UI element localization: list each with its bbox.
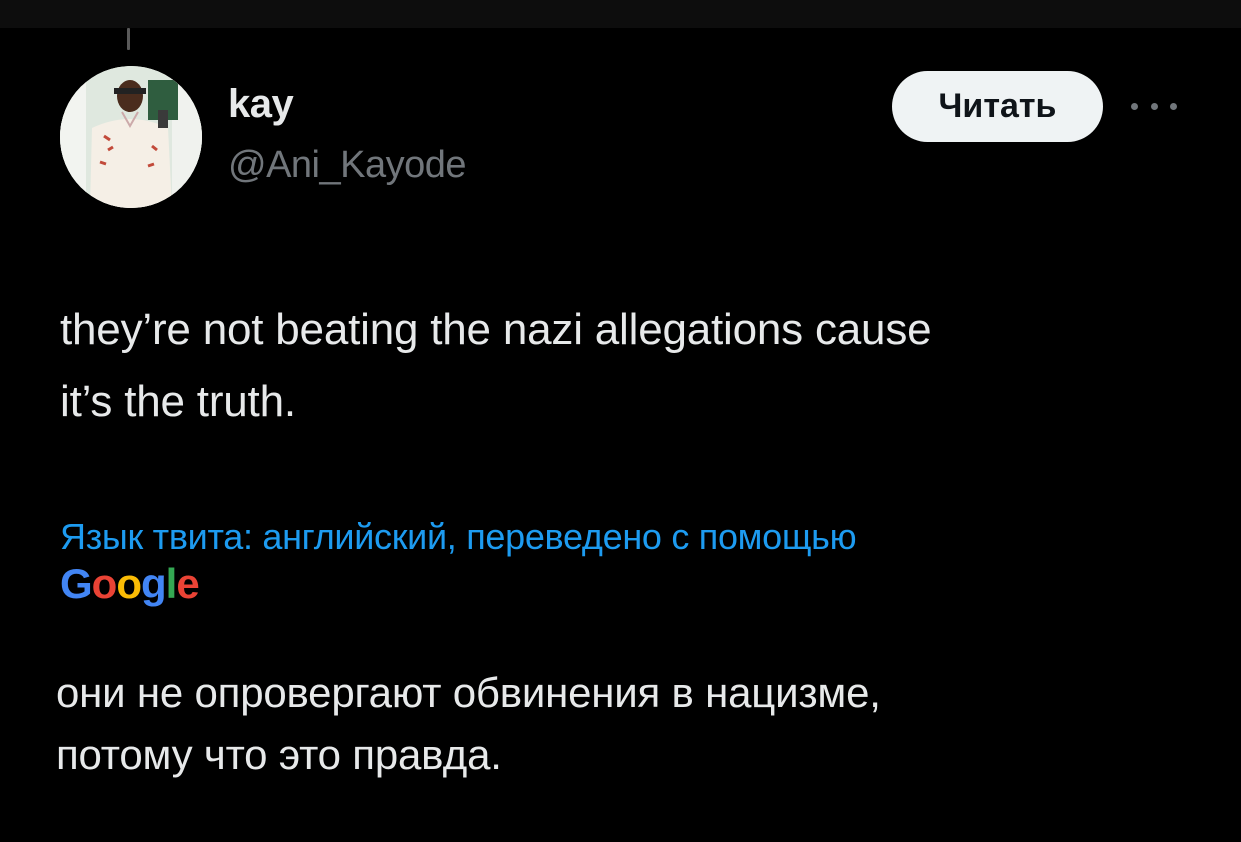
more-horizontal-icon[interactable]: [1131, 96, 1177, 116]
more-dot: [1170, 102, 1177, 110]
translated-text: они не опровергают обвинения в нацизме, …: [56, 662, 1176, 786]
tweet-text: they’re not beating the nazi allegations…: [60, 294, 1180, 438]
follow-button[interactable]: Читать: [892, 71, 1103, 142]
avatar[interactable]: [60, 66, 202, 208]
tweet-text-line: it’s the truth.: [60, 377, 296, 426]
translation-note-link[interactable]: Язык твита: английский, переведено с пом…: [60, 514, 1180, 560]
translated-text-line: потому что это правда.: [56, 731, 502, 778]
display-name[interactable]: kay: [228, 82, 294, 127]
google-logo: Google: [60, 560, 200, 607]
thread-connector-line: [127, 28, 130, 50]
translated-text-line: они не опровергают обвинения в нацизме,: [56, 669, 881, 716]
more-dot: [1131, 102, 1138, 110]
more-dot: [1150, 102, 1158, 110]
top-strip: [0, 0, 1241, 28]
avatar-photo: [60, 66, 202, 208]
tweet-text-line: they’re not beating the nazi allegations…: [60, 305, 932, 354]
user-handle[interactable]: @Ani_Kayode: [228, 144, 467, 187]
